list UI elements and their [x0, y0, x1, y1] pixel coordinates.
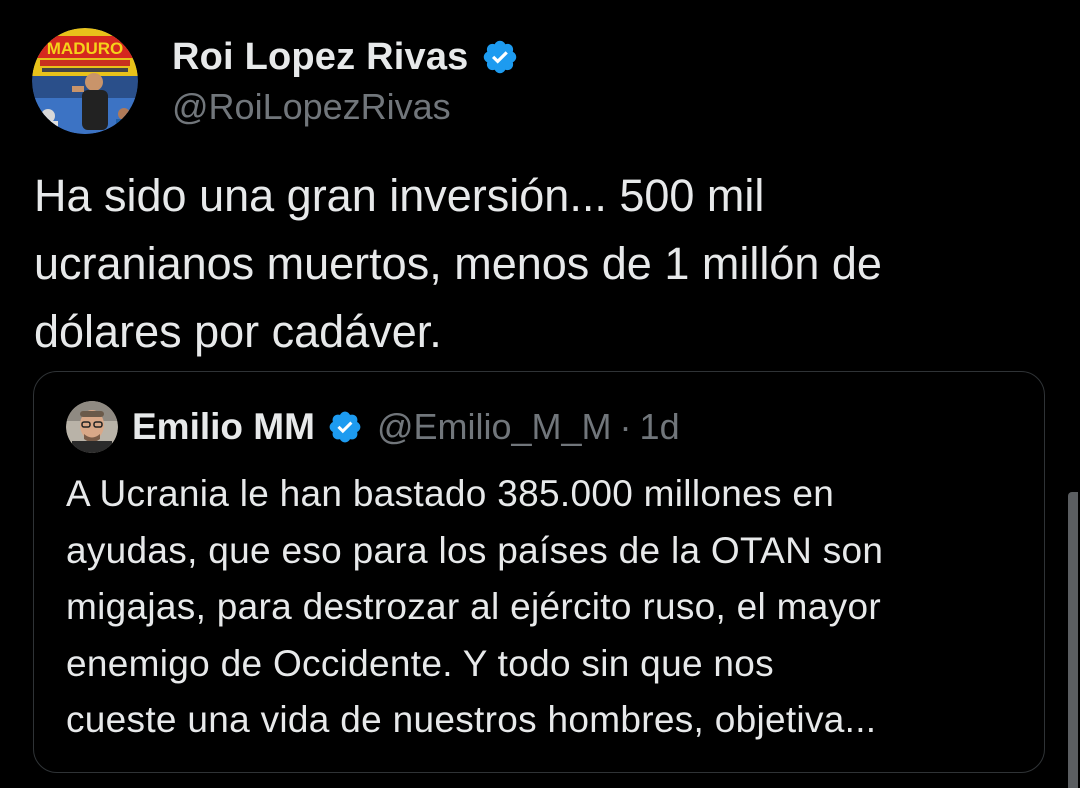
quoted-author-handle[interactable]: @Emilio_M_M: [377, 406, 612, 448]
author-name-row: Roi Lopez Rivas: [172, 32, 519, 82]
quoted-author-display-name[interactable]: Emilio MM: [132, 406, 315, 448]
verified-badge-icon[interactable]: [481, 38, 519, 76]
quoted-tweet-text: A Ucrania le han bastado 385.000 millone…: [66, 473, 884, 740]
separator-dot: ·: [619, 406, 632, 447]
author-display-name[interactable]: Roi Lopez Rivas: [172, 36, 469, 79]
avatar-sign-text: MADURO: [47, 39, 124, 58]
author-handle[interactable]: @RoiLopezRivas: [172, 86, 519, 128]
tweet-text: Ha sido una gran inversión... 500 mil uc…: [34, 170, 882, 357]
quoted-author-avatar[interactable]: [66, 401, 118, 453]
quoted-tweet-header: Emilio MM @Emilio_M_M · 1d: [66, 400, 680, 454]
verified-badge-icon[interactable]: [327, 409, 363, 445]
tweet-header: MADURO Roi Lopez Rivas @RoiLopezRivas: [32, 28, 519, 134]
quoted-timestamp[interactable]: 1d: [640, 406, 680, 448]
scrollbar[interactable]: [1068, 492, 1078, 788]
quoted-tweet-card[interactable]: Emilio MM @Emilio_M_M · 1d A Ucrania le …: [33, 371, 1045, 773]
author-avatar[interactable]: MADURO: [32, 28, 138, 134]
author-info: Roi Lopez Rivas @RoiLopezRivas: [172, 32, 519, 128]
